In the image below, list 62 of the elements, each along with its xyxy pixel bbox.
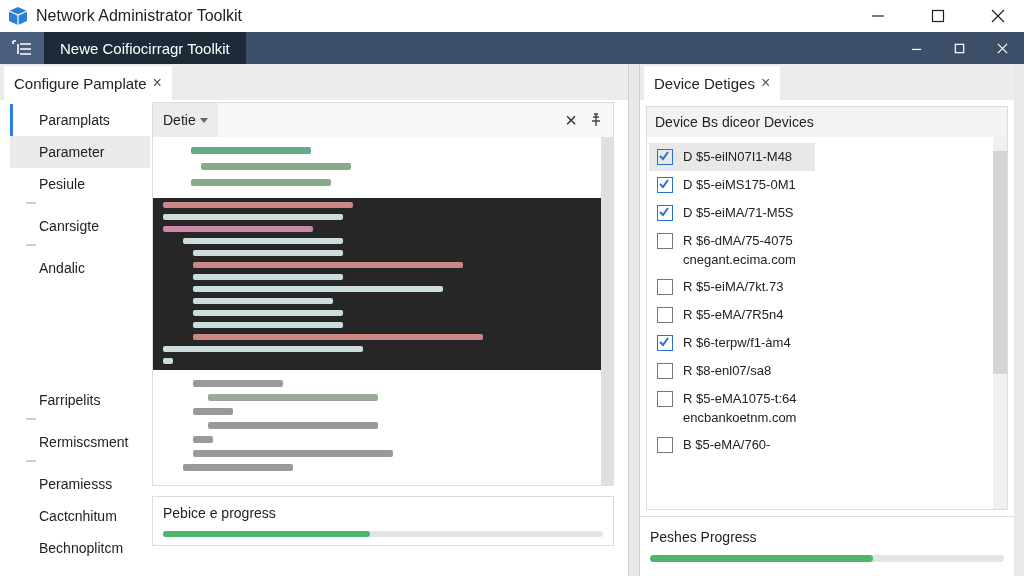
sidebar-item[interactable]: Parameter: [10, 136, 150, 168]
checkbox[interactable]: [657, 307, 673, 323]
device-item[interactable]: D $5-eiMS175-0M1: [649, 171, 815, 199]
checkbox[interactable]: [657, 149, 673, 165]
device-item[interactable]: R $5-eMA/7R5n4: [649, 301, 815, 329]
dropdown[interactable]: Detie: [153, 103, 218, 137]
device-host: cnegant.ecima.com: [683, 252, 796, 267]
restore-icon[interactable]: [953, 41, 966, 55]
maximize-icon[interactable]: [931, 9, 945, 23]
checkbox[interactable]: [657, 279, 673, 295]
sidebar-item[interactable]: Canrsigte: [10, 210, 150, 242]
scrollbar[interactable]: [601, 137, 613, 485]
cube-icon: [8, 6, 28, 26]
checkbox[interactable]: [657, 391, 673, 407]
checkbox[interactable]: [657, 177, 673, 193]
caret-icon: [199, 117, 208, 123]
progress-label: Pebice e progress: [163, 505, 277, 521]
device-name: R $8-enl07/sa8: [683, 363, 772, 378]
device-item[interactable]: B $5-eMA/760-: [649, 431, 815, 459]
device-name: B $5-eMA/760-: [683, 437, 771, 452]
device-name: R $5-eiMA/7kt.73: [683, 279, 784, 294]
sidebar-item[interactable]: Cactcnhitum: [10, 500, 150, 532]
sidebar-item[interactable]: Peramiesss: [10, 468, 150, 500]
close-icon[interactable]: ×: [565, 108, 577, 132]
list-header: Device Bs diceor Devices: [647, 107, 1007, 137]
device-item[interactable]: R $8-enl07/sa8: [649, 357, 815, 385]
close-tab-icon[interactable]: ×: [760, 74, 771, 92]
sidebar-item[interactable]: Pesiule: [10, 168, 150, 200]
device-host: encbankoetnm.com: [683, 410, 797, 425]
device-item[interactable]: R $6-terpw/f1-àm4: [649, 329, 815, 357]
close-tab-icon[interactable]: ×: [152, 74, 162, 92]
device-item[interactable]: D $5-eilN07I1-M48: [649, 143, 815, 171]
device-name: R $5-eMA1075-t:64: [683, 391, 797, 406]
device-item[interactable]: R $5-eiMA/7kt.73: [649, 273, 815, 301]
sidebar-item[interactable]: Andalic: [10, 252, 150, 284]
menu-button[interactable]: [0, 32, 44, 64]
device-name: R $6-dMA/75-4075: [683, 233, 794, 248]
pin-icon[interactable]: [589, 113, 603, 127]
progress-label: Peshes Progress: [650, 529, 758, 545]
panel-tab[interactable]: Configure Pamplate ×: [4, 66, 172, 100]
checkbox[interactable]: [657, 233, 673, 249]
checkbox[interactable]: [657, 205, 673, 221]
device-item[interactable]: R $6-dMA/75-4075 cnegant.ecima.com: [649, 227, 815, 273]
device-item[interactable]: R $5-eMA1075-t:64 encbankoetnm.com: [649, 385, 815, 431]
scrollbar[interactable]: [993, 137, 1007, 509]
device-name: D $5-eiMA/71-M5S: [683, 205, 794, 220]
device-name: D $5-eilN07I1-M48: [683, 149, 793, 164]
checkbox[interactable]: [657, 437, 673, 453]
sidebar-item[interactable]: Farripelits: [10, 384, 150, 416]
checkbox[interactable]: [657, 363, 673, 379]
app-tab[interactable]: Newe Coifiocirragr Toolkit: [44, 32, 246, 64]
sidebar-item[interactable]: Rermiscsment: [10, 426, 150, 458]
close-icon[interactable]: [991, 9, 1005, 23]
panel-tab[interactable]: Device Detiges ×: [644, 66, 781, 100]
menu-icon: [12, 40, 32, 56]
sidebar-item[interactable]: Bechnoplitcm: [10, 532, 150, 564]
checkbox[interactable]: [657, 335, 673, 351]
device-name: R $6-terpw/f1-àm4: [683, 335, 791, 350]
device-name: R $5-eMA/7R5n4: [683, 307, 784, 322]
device-item[interactable]: D $5-eiMA/71-M5S: [649, 199, 815, 227]
window-title: Network Administrator Toolkit: [36, 7, 242, 25]
device-name: D $5-eiMS175-0M1: [683, 177, 796, 192]
